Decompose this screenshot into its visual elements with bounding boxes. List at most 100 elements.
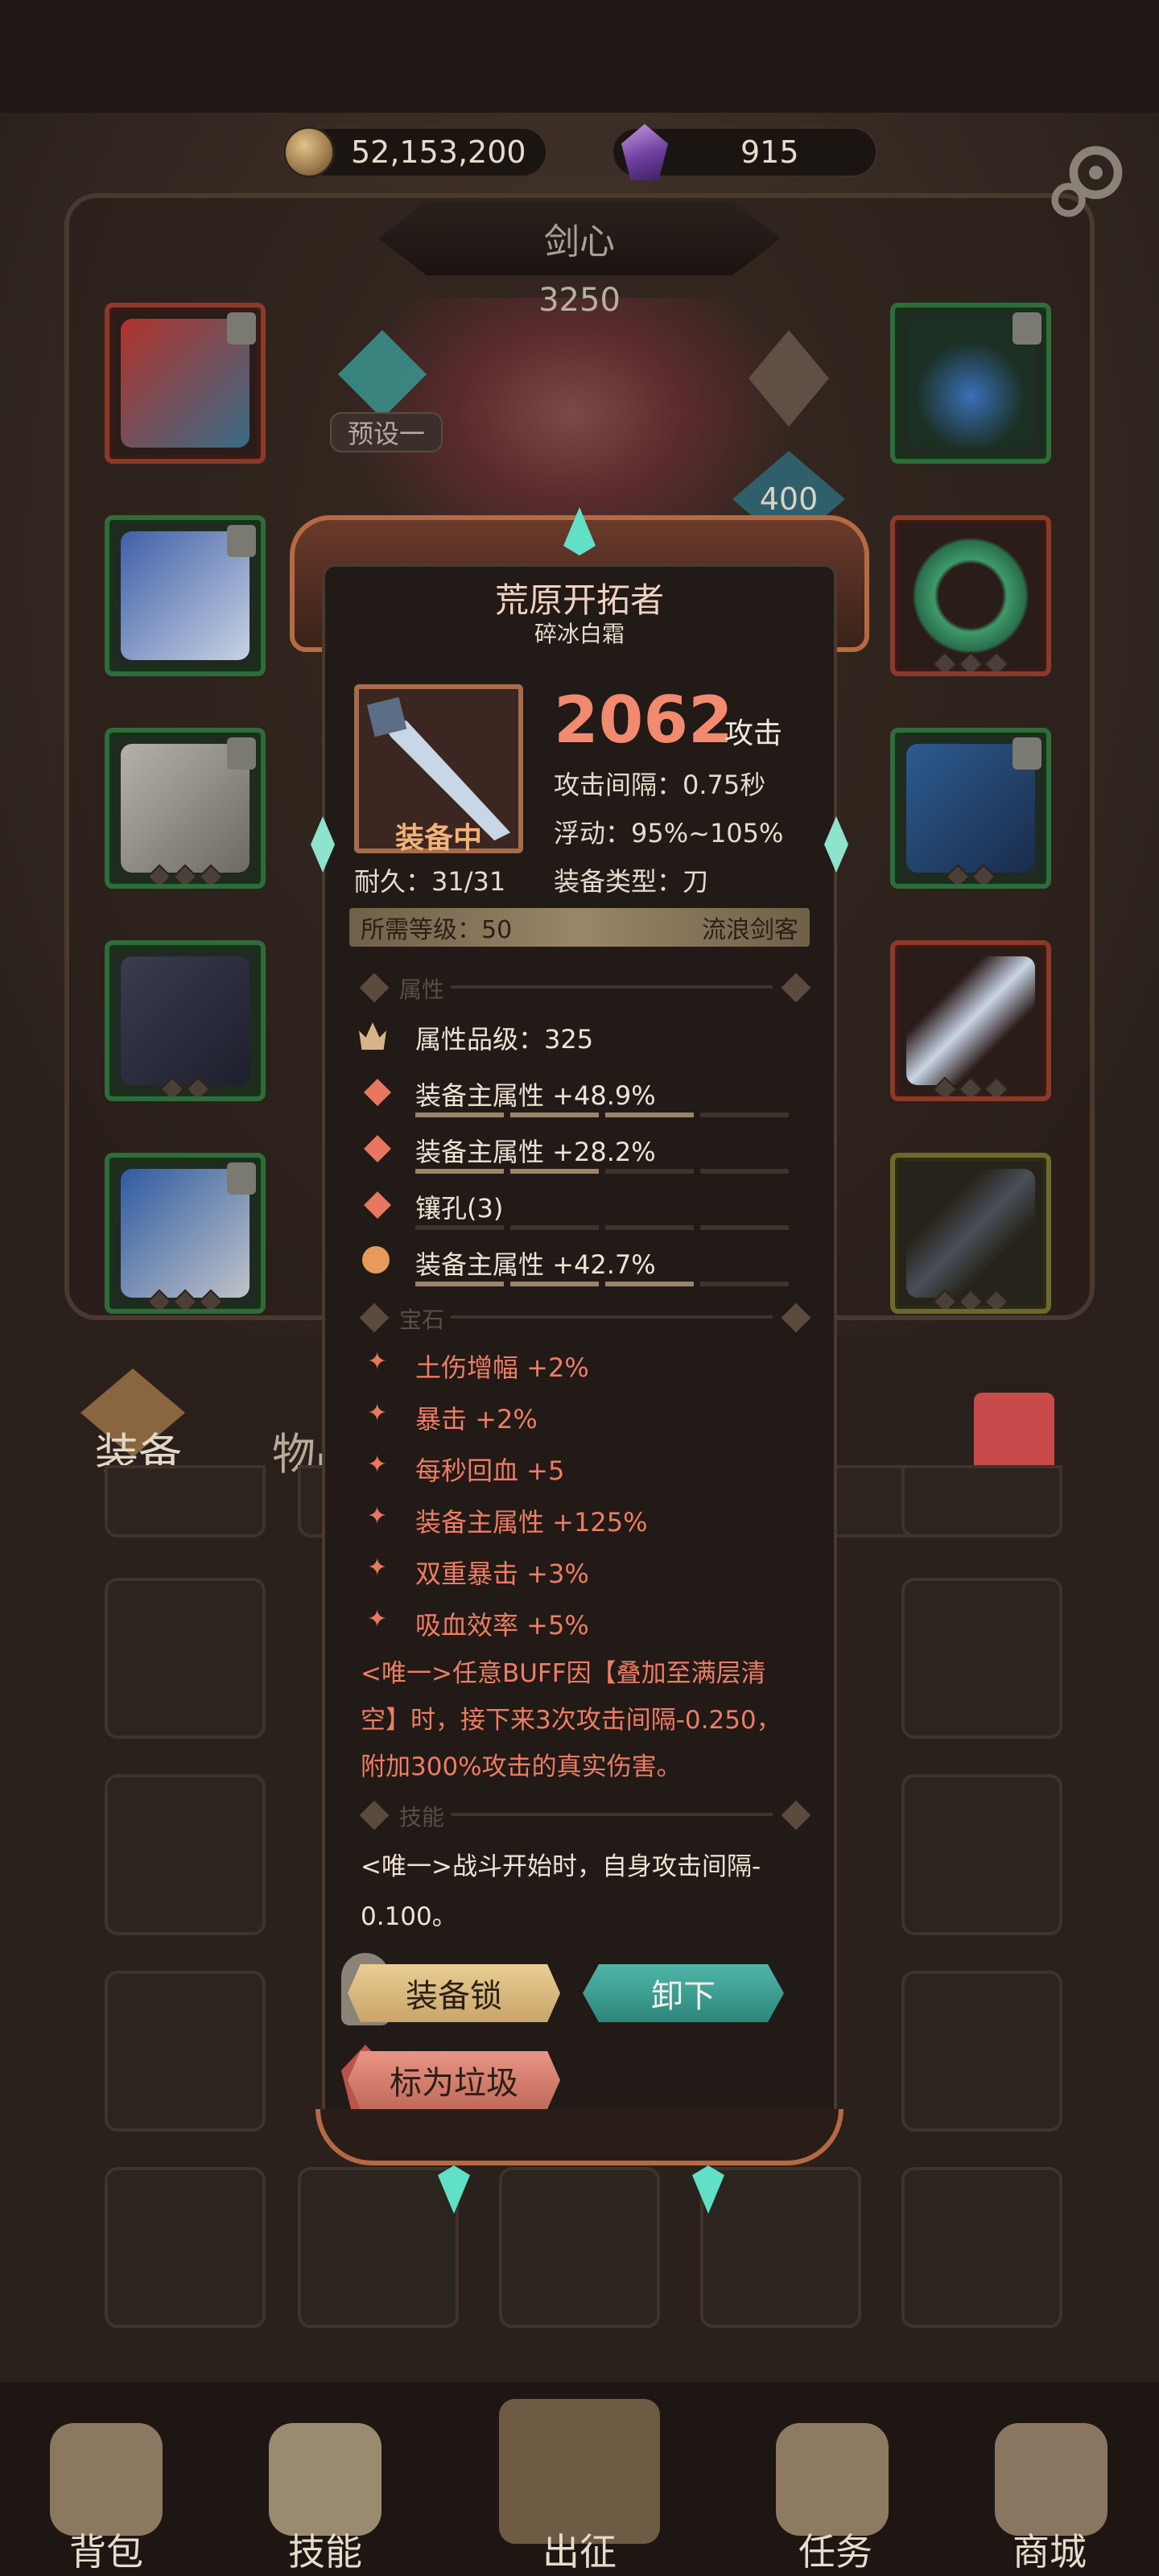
inventory-slot[interactable]: [901, 1774, 1062, 1935]
gem-star-icon: ✦: [367, 1502, 388, 1530]
inventory-slot[interactable]: [901, 1578, 1062, 1739]
lock-icon: [227, 737, 256, 770]
damage-float: 浮动：95%~105%: [554, 818, 784, 848]
section-skills-title: 技能: [399, 1804, 445, 1831]
lock-icon: [227, 312, 256, 345]
equip-slot-ring[interactable]: [890, 515, 1051, 676]
inventory-slot[interactable]: [105, 1971, 266, 2132]
purple-gem-icon: [621, 124, 668, 180]
unique-effect-text: <唯一>任意BUFF因【叠加至满层清 空】时，接下来3次攻击间隔-0.250， …: [361, 1659, 782, 1781]
backpack-icon: [50, 2423, 163, 2536]
inventory-slot[interactable]: [901, 1465, 1062, 1538]
requirement-bar: 所需等级：50 流浪剑客: [349, 908, 810, 947]
section-divider: [451, 1315, 773, 1319]
equip-slot-boots[interactable]: [105, 1153, 266, 1314]
inventory-slot[interactable]: [105, 1774, 266, 1935]
lock-icon: [227, 1162, 256, 1195]
skill-effect-text: <唯一>战斗开始时，自身攻击间隔- 0.100。: [361, 1852, 761, 1931]
gem-star-icon: ✦: [367, 1554, 388, 1582]
inventory-slot[interactable]: [298, 2167, 459, 2328]
attack-interval: 攻击间隔：0.75秒: [554, 770, 766, 800]
inventory-slot[interactable]: [105, 2167, 266, 2328]
item-subtitle: 碎冰白霜: [534, 621, 625, 647]
cycle-icon: [362, 1246, 390, 1274]
gold-counter: 52,153,200: [282, 126, 547, 178]
attribute-progress: [415, 1282, 789, 1286]
gem-star-icon: ✦: [367, 1451, 388, 1479]
nav-quests[interactable]: 任务: [755, 2523, 916, 2576]
inventory-slot[interactable]: [499, 2167, 660, 2328]
attribute-row: 装备主属性 +42.7%: [415, 1249, 656, 1280]
attack-label: 攻击: [724, 717, 783, 750]
gem-star-icon: ✦: [367, 1348, 388, 1376]
bottom-navigation: 背包 技能 出征 任务 商城: [0, 2383, 1159, 2576]
inventory-slot[interactable]: [700, 2167, 861, 2328]
gold-amount: 52,153,200: [351, 134, 526, 170]
item-name: 荒原开拓者: [494, 580, 664, 620]
gem-star-icon: ✦: [367, 1605, 388, 1633]
inventory-slot[interactable]: [105, 1578, 266, 1739]
unequip-button[interactable]: 卸下: [583, 1964, 784, 2022]
attribute-progress: [415, 1169, 789, 1174]
gem-star-icon: ✦: [367, 1399, 388, 1427]
gear-icon[interactable]: [1046, 138, 1132, 224]
gem-counter: 915: [612, 124, 877, 180]
hero-score: 3250: [538, 282, 621, 319]
section-divider: [451, 1813, 773, 1816]
gem-stat: 装备主属性 +125%: [415, 1507, 648, 1538]
equip-slot-shoulder[interactable]: [890, 728, 1051, 889]
inventory-slot[interactable]: [901, 1971, 1062, 2132]
equip-slot-legs[interactable]: [105, 940, 266, 1101]
gem-stat: 土伤增幅 +2%: [415, 1352, 589, 1383]
gem-stat: 吸血效率 +5%: [415, 1610, 589, 1641]
scroll-icon: [776, 2423, 889, 2536]
attribute-progress: [415, 1225, 789, 1230]
equip-slot-gloves[interactable]: [105, 728, 266, 889]
attribute-row: 装备主属性 +28.2%: [415, 1137, 656, 1167]
gem-stat: 每秒回血 +5: [415, 1455, 565, 1486]
socket-row: 镶孔(3): [415, 1193, 504, 1224]
equipment-lock-button[interactable]: 装备锁: [348, 1964, 560, 2022]
dagger-icon: [906, 1169, 1035, 1298]
attribute-row: 装备主属性 +48.9%: [415, 1080, 656, 1111]
equip-slot-chest[interactable]: [105, 515, 266, 676]
mark-as-trash-button[interactable]: 标为垃圾: [348, 2051, 560, 2109]
section-gems-title: 宝石: [399, 1307, 445, 1333]
equipped-status: 装备中: [394, 822, 482, 855]
sword-icon: [499, 2399, 660, 2544]
gem-amount: 915: [740, 134, 799, 170]
leggings-icon: [121, 956, 250, 1085]
nav-skills[interactable]: 技能: [245, 2523, 406, 2576]
equip-slot-offhand[interactable]: [890, 1153, 1051, 1314]
section-divider: [451, 985, 773, 989]
required-class: 流浪剑客: [702, 916, 798, 944]
required-level: 所需等级：50: [361, 916, 513, 944]
ring-icon: [906, 531, 1035, 660]
durability: 耐久：31/31: [354, 866, 506, 897]
equipment-type: 装备类型：刀: [554, 866, 709, 897]
lock-icon: [1013, 737, 1041, 770]
section-attributes-title: 属性: [399, 976, 445, 1003]
blade-icon: [906, 956, 1035, 1085]
equip-slot-weapon[interactable]: [890, 940, 1051, 1101]
gem-stat: 双重暴击 +3%: [415, 1558, 589, 1589]
inventory-slot[interactable]: [105, 1465, 266, 1538]
preset-button[interactable]: 预设一: [330, 412, 443, 452]
skill-book-icon: [269, 2423, 382, 2536]
coin-icon: [283, 126, 335, 178]
lock-icon: [227, 525, 256, 557]
lock-icon: [1013, 312, 1041, 345]
tooltip-footer-frame: [316, 2109, 843, 2165]
attack-value: 2062: [554, 683, 733, 758]
equip-slot-head[interactable]: [105, 303, 266, 464]
nav-expedition[interactable]: 出征: [499, 2523, 660, 2576]
shop-icon: [995, 2423, 1107, 2536]
attribute-grade: 属性品级：325: [415, 1024, 594, 1055]
status-bar-background: [0, 0, 1159, 113]
gem-stat: 暴击 +2%: [415, 1404, 538, 1435]
inventory-slot[interactable]: [901, 2167, 1062, 2328]
nav-backpack[interactable]: 背包: [26, 2523, 187, 2576]
nav-shop[interactable]: 商城: [969, 2523, 1130, 2576]
equip-slot-necklace[interactable]: [890, 303, 1051, 464]
hero-name: 剑心: [378, 201, 781, 275]
